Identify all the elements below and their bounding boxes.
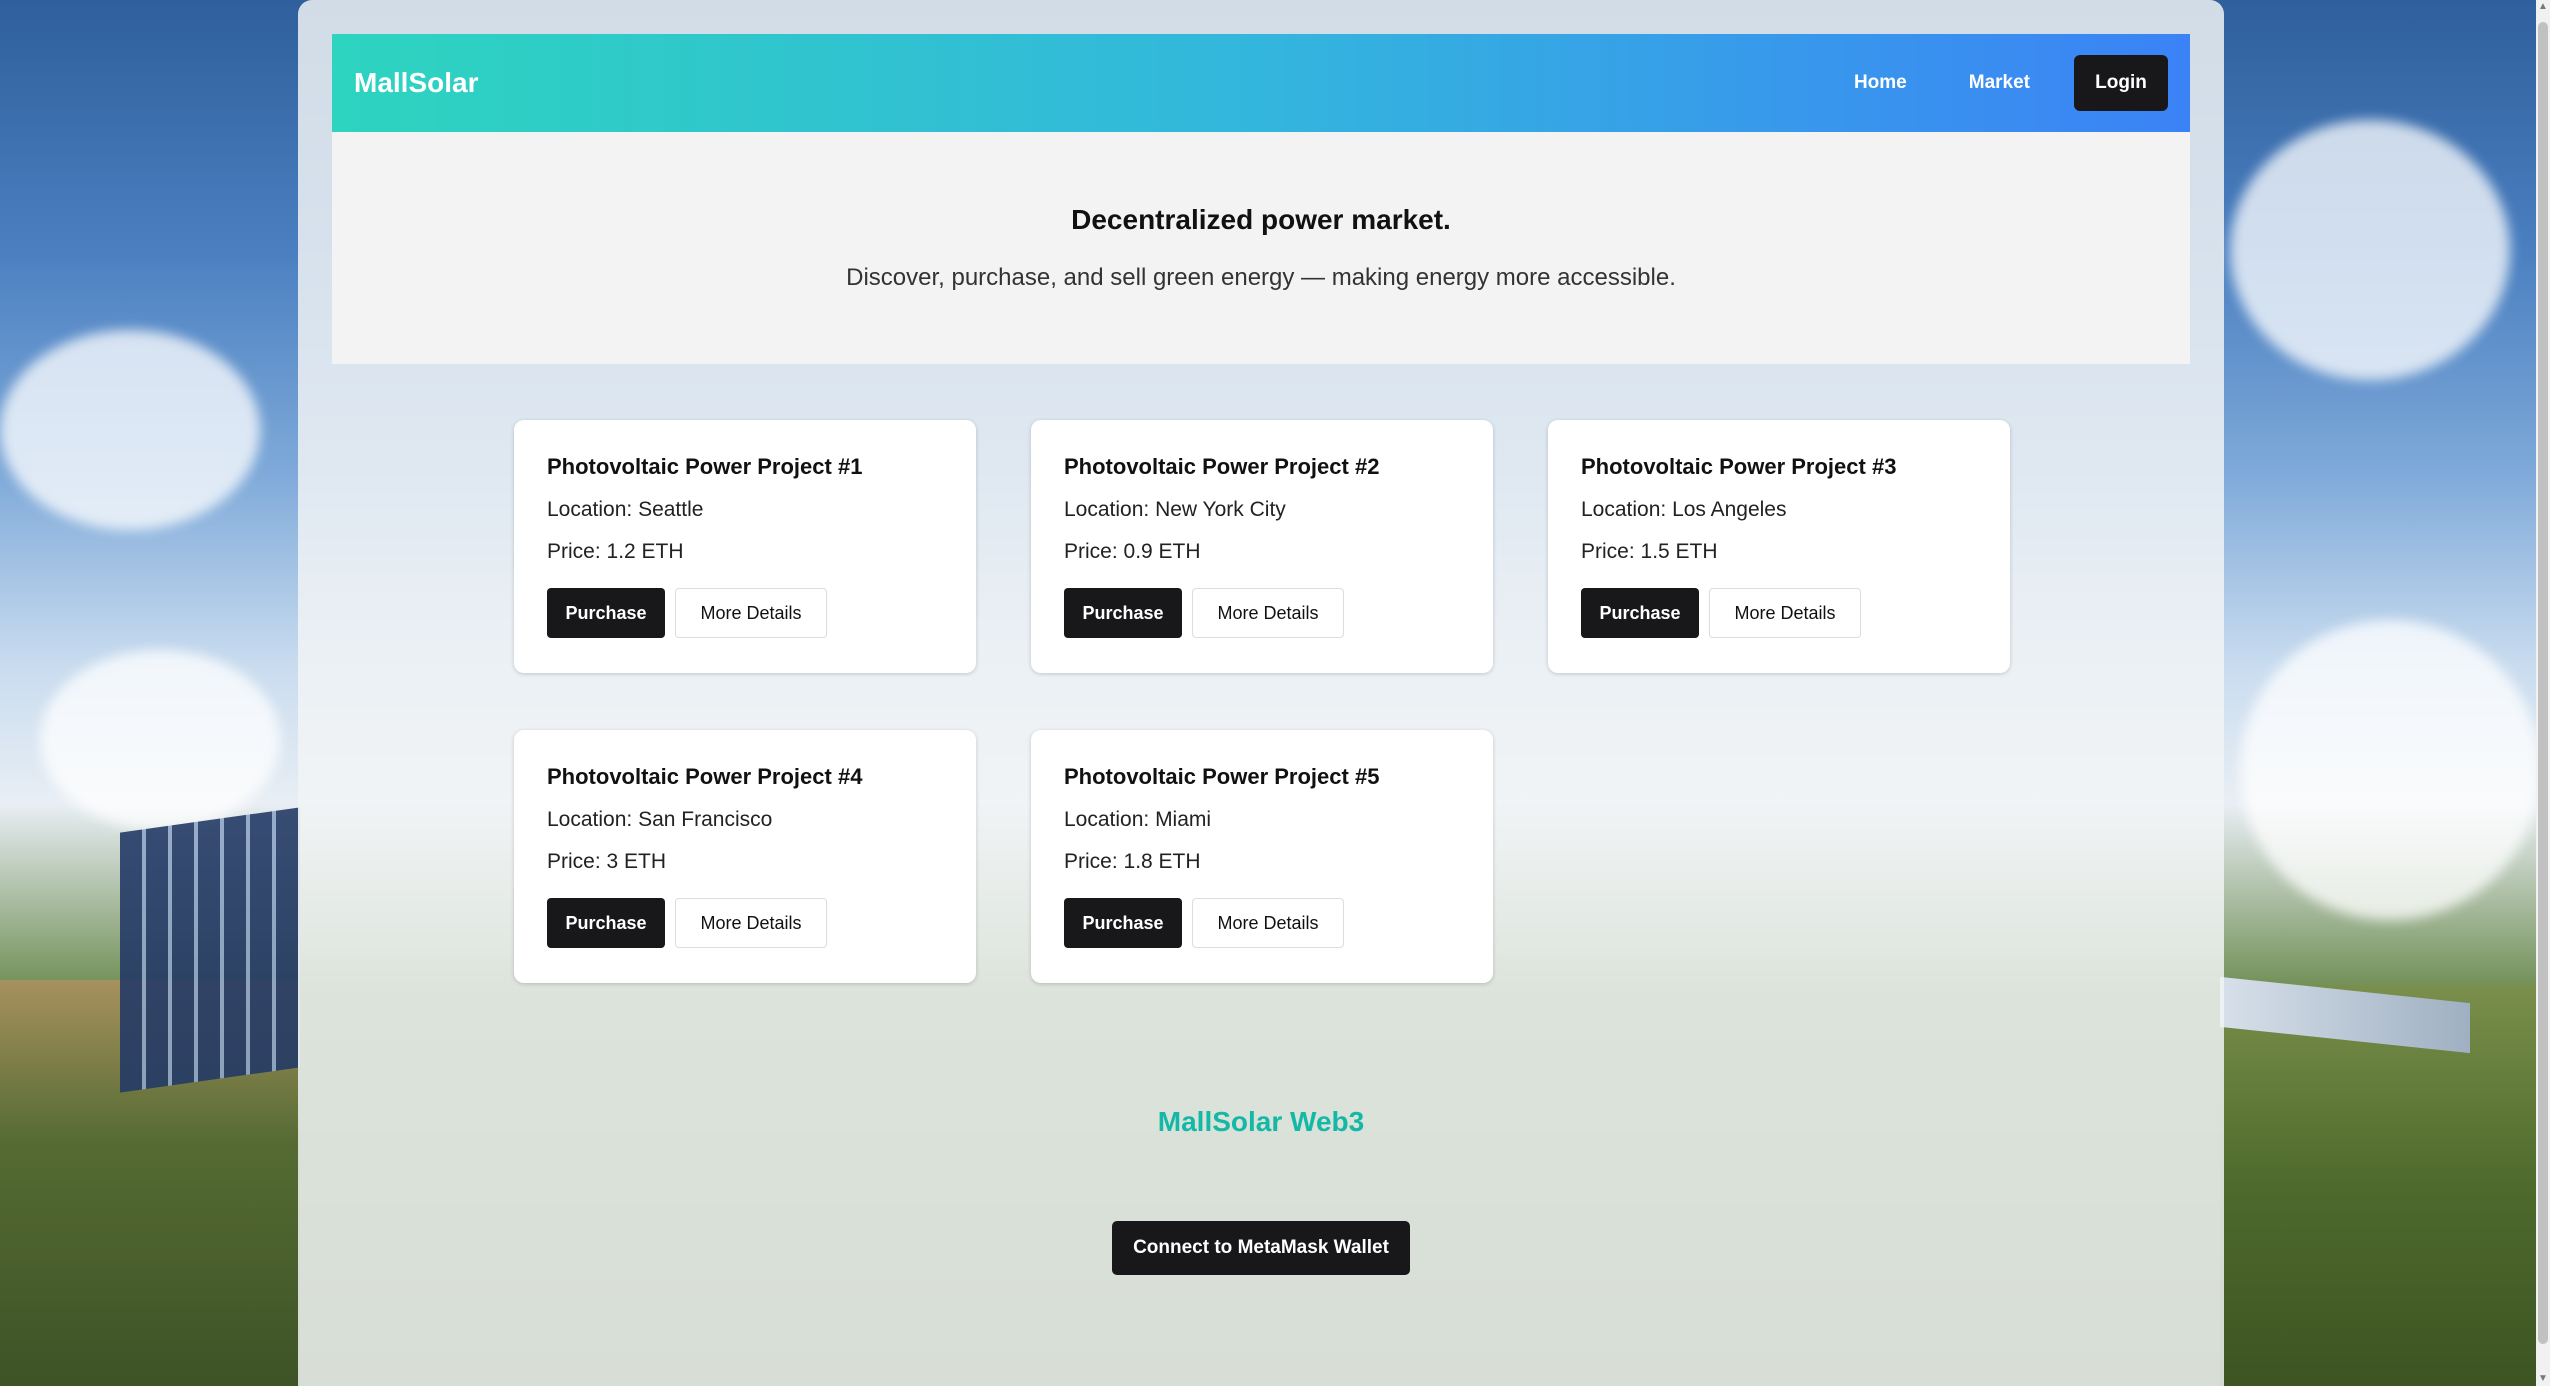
login-button[interactable]: Login [2074, 55, 2168, 111]
scroll-up-arrow-icon[interactable]: ▲ [2538, 2, 2548, 12]
project-price: Price: 1.2 ETH [547, 540, 684, 563]
project-card: Photovoltaic Power Project #4 Location: … [514, 730, 976, 983]
nav-link-market[interactable]: Market [1969, 72, 2030, 94]
project-title: Photovoltaic Power Project #3 [1581, 454, 1897, 479]
scroll-down-arrow-icon[interactable]: ▼ [2538, 1374, 2548, 1384]
navbar: MallSolar Home Market Login [332, 34, 2190, 132]
project-title: Photovoltaic Power Project #2 [1064, 454, 1380, 479]
more-details-button[interactable]: More Details [675, 898, 827, 948]
project-location: Location: San Francisco [547, 808, 773, 831]
more-details-button[interactable]: More Details [1709, 588, 1861, 638]
purchase-button[interactable]: Purchase [547, 588, 665, 638]
vertical-scrollbar[interactable]: ▲ ▼ [2536, 0, 2550, 1386]
purchase-button[interactable]: Purchase [1581, 588, 1699, 638]
project-price: Price: 1.8 ETH [1064, 850, 1201, 873]
project-card: Photovoltaic Power Project #2 Location: … [1031, 420, 1493, 673]
solar-panels-left [120, 807, 300, 1093]
purchase-button[interactable]: Purchase [547, 898, 665, 948]
project-title: Photovoltaic Power Project #5 [1064, 764, 1380, 789]
project-location: Location: Los Angeles [1581, 498, 1787, 521]
project-price: Price: 0.9 ETH [1064, 540, 1201, 563]
more-details-button[interactable]: More Details [1192, 898, 1344, 948]
scrollbar-thumb[interactable] [2538, 22, 2548, 1344]
more-details-button[interactable]: More Details [1192, 588, 1344, 638]
project-price: Price: 3 ETH [547, 850, 667, 873]
brand-logo[interactable]: MallSolar [354, 67, 1854, 99]
more-details-button[interactable]: More Details [675, 588, 827, 638]
grass-field-right [2220, 985, 2550, 1386]
footer-brand: MallSolar Web3 [1157, 1106, 1365, 1137]
project-title: Photovoltaic Power Project #4 [547, 764, 863, 789]
project-price: Price: 1.5 ETH [1581, 540, 1718, 563]
purchase-button[interactable]: Purchase [1064, 588, 1182, 638]
project-title: Photovoltaic Power Project #1 [547, 454, 863, 479]
project-location: Location: Miami [1064, 808, 1212, 831]
cloud-shape [2230, 120, 2510, 380]
hero-section: Decentralized power market. Discover, pu… [332, 132, 2190, 364]
project-card: Photovoltaic Power Project #1 Location: … [514, 420, 976, 673]
nav-link-home[interactable]: Home [1854, 72, 1907, 94]
project-location: Location: Seattle [547, 498, 704, 521]
project-location: Location: New York City [1064, 498, 1286, 521]
connect-metamask-button[interactable]: Connect to MetaMask Wallet [1112, 1221, 1410, 1275]
cloud-shape [40, 650, 280, 830]
project-card: Photovoltaic Power Project #5 Location: … [1031, 730, 1493, 983]
cloud-shape [0, 330, 260, 530]
project-card: Photovoltaic Power Project #3 Location: … [1548, 420, 2010, 673]
hero-title: Decentralized power market. [1071, 204, 1451, 235]
hero-subtitle: Discover, purchase, and sell green energ… [846, 264, 1676, 291]
cloud-shape [2240, 620, 2540, 920]
purchase-button[interactable]: Purchase [1064, 898, 1182, 948]
